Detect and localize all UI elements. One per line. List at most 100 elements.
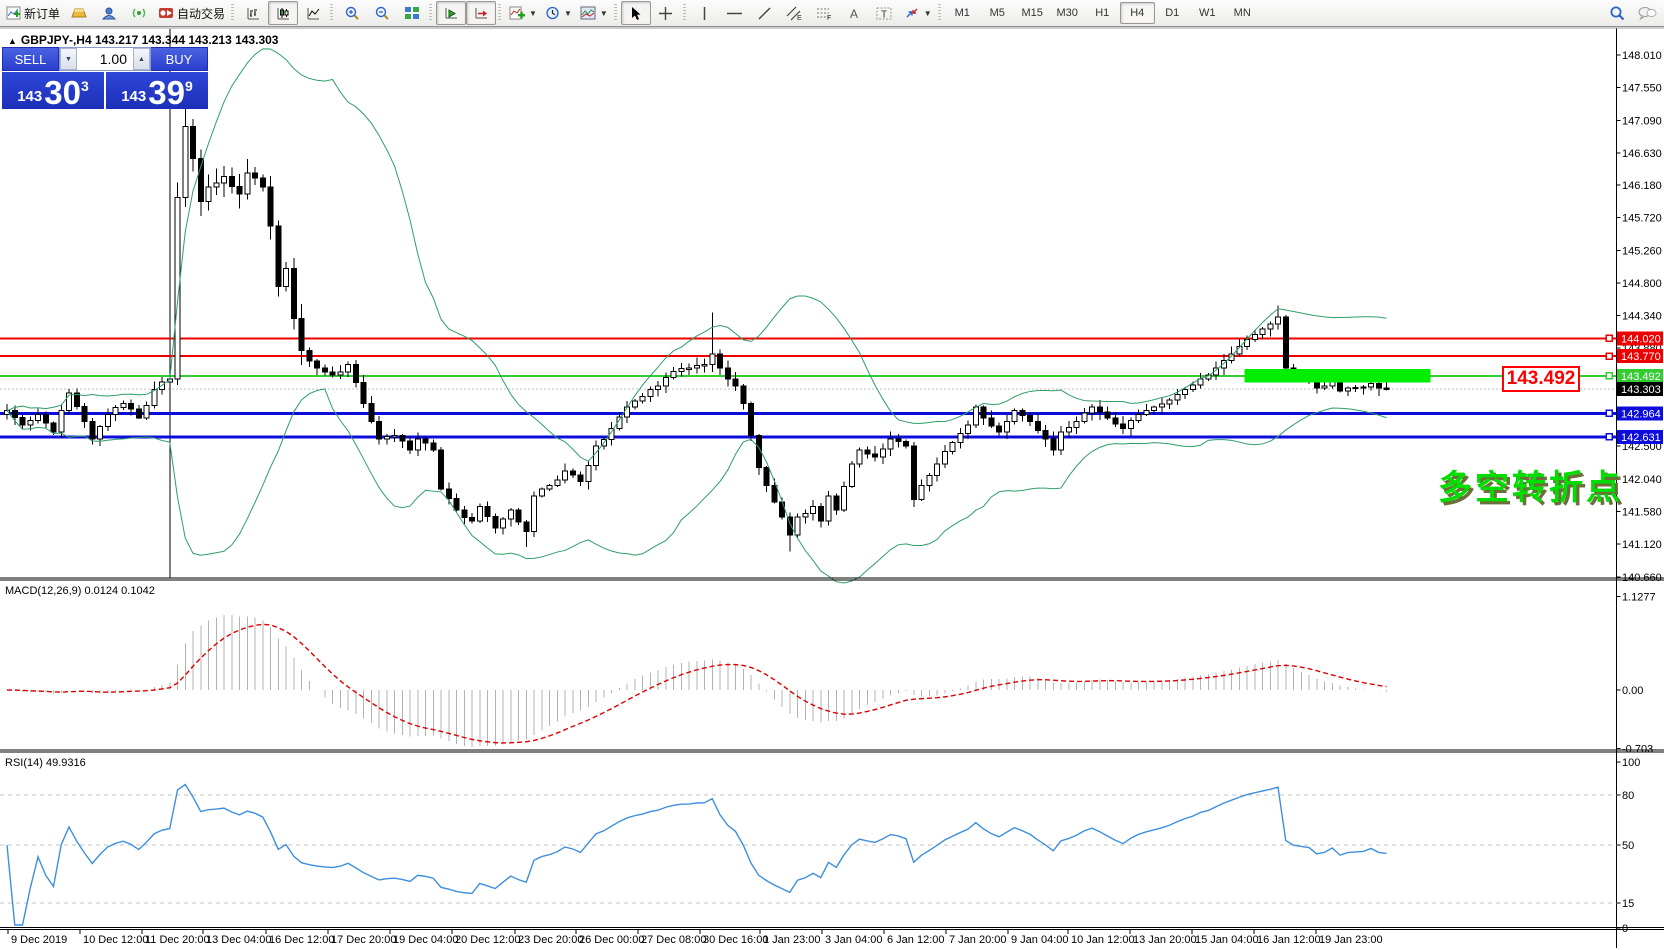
candle — [415, 439, 420, 450]
price-axis-label: 141.580 — [1622, 507, 1662, 519]
indicators-button[interactable]: ▼ — [505, 1, 541, 25]
rsi-axis-label: 15 — [1622, 898, 1634, 910]
bar-chart-button[interactable] — [238, 1, 268, 25]
candle — [431, 443, 436, 450]
candle — [532, 496, 537, 532]
chat-button[interactable] — [1632, 1, 1662, 25]
line-chart-button[interactable] — [298, 1, 328, 25]
sell-price-display[interactable]: 143 30 3 — [2, 72, 104, 109]
candle — [276, 226, 281, 286]
candlestick-chart-button[interactable] — [268, 1, 298, 25]
horizontal-line-button[interactable] — [720, 1, 750, 25]
candle — [671, 372, 676, 378]
candle — [20, 417, 25, 425]
volume-up-button[interactable]: ▲ — [133, 48, 150, 70]
timeframe-button-M5[interactable]: M5 — [980, 2, 1015, 24]
search-button[interactable] — [1602, 1, 1632, 25]
templates-button[interactable]: ▼ — [576, 1, 612, 25]
symbol-info[interactable]: ▲GBPJPY-,H4 143.217 143.344 143.213 143.… — [8, 33, 278, 47]
zoom-in-button[interactable] — [337, 1, 367, 25]
timeframe-button-D1[interactable]: D1 — [1155, 2, 1190, 24]
buy-button[interactable]: BUY — [151, 47, 208, 71]
candle — [1353, 387, 1358, 388]
label-button[interactable]: T — [870, 1, 900, 25]
fibonacci-button[interactable]: F — [810, 1, 840, 25]
collapse-trade-panel-icon[interactable]: ▲ — [8, 36, 17, 46]
candle — [989, 418, 994, 426]
time-axis-label: 6 Jan 12:00 — [887, 934, 945, 946]
price-annotation-label[interactable]: 143.492 — [1502, 366, 1580, 392]
chart-shift-icon — [474, 6, 489, 21]
signal-button[interactable] — [124, 1, 154, 25]
toolbar-grip — [683, 4, 686, 22]
vertical-line-button[interactable] — [690, 1, 720, 25]
candle — [12, 411, 17, 418]
candle — [1369, 384, 1374, 387]
timeframe-button-M15[interactable]: M15 — [1015, 2, 1050, 24]
buy-price-display[interactable]: 143 39 9 — [106, 72, 208, 109]
sell-price-sup: 3 — [81, 79, 89, 93]
candle — [663, 377, 668, 385]
chart-canvas[interactable]: 1.12770.00-0.7031008050150148.010147.550… — [0, 0, 1664, 950]
candle — [865, 450, 870, 454]
candle — [694, 365, 699, 368]
gold-button[interactable] — [64, 1, 94, 25]
indicators-icon — [509, 6, 525, 20]
chart-shift-button[interactable] — [466, 1, 496, 25]
chat-bubbles-icon — [1637, 5, 1657, 21]
time-axis-label: 9 Dec 2019 — [11, 934, 67, 946]
timeframe-button-M30[interactable]: M30 — [1050, 2, 1085, 24]
chevron-down-icon: ▼ — [600, 9, 608, 18]
svg-text:A: A — [850, 7, 858, 21]
timeframe-button-H1[interactable]: H1 — [1085, 2, 1120, 24]
candle — [1097, 407, 1102, 412]
candle — [524, 522, 529, 531]
periods-button[interactable]: ▼ — [541, 1, 576, 25]
candle — [718, 354, 723, 368]
new-order-button[interactable]: 新订单 — [2, 1, 64, 25]
time-axis-label: 7 Jan 20:00 — [949, 934, 1007, 946]
tile-windows-button[interactable] — [397, 1, 427, 25]
trendline-button[interactable] — [750, 1, 780, 25]
volume-down-button[interactable]: ▼ — [60, 48, 77, 70]
community-button[interactable] — [94, 1, 124, 25]
crosshair-button[interactable] — [651, 1, 681, 25]
cursor-button[interactable] — [621, 1, 651, 25]
candle — [594, 446, 599, 465]
auto-scroll-button[interactable] — [436, 1, 466, 25]
candle — [1028, 416, 1033, 422]
candle — [28, 420, 33, 424]
candle — [369, 404, 374, 422]
candle — [1283, 317, 1288, 368]
timeframe-button-H4[interactable]: H4 — [1120, 2, 1155, 24]
candle — [299, 318, 304, 350]
arrows-button[interactable]: ▼ — [900, 1, 936, 25]
channel-button[interactable]: E — [780, 1, 810, 25]
candle — [997, 426, 1002, 432]
timeframe-button-M1[interactable]: M1 — [945, 2, 980, 24]
candle — [392, 436, 397, 437]
zoom-out-button[interactable] — [367, 1, 397, 25]
text-button[interactable]: A — [840, 1, 870, 25]
timeframe-button-W1[interactable]: W1 — [1190, 2, 1225, 24]
price-axis-label: 146.180 — [1622, 180, 1662, 192]
time-axis-label: 13 Dec 04:00 — [206, 934, 271, 946]
timeframe-button-MN[interactable]: MN — [1225, 2, 1260, 24]
candle — [493, 517, 498, 528]
sell-button[interactable]: SELL — [2, 47, 59, 71]
green-zone-annotation — [1245, 369, 1431, 382]
candle — [772, 485, 777, 502]
candle — [191, 127, 196, 159]
time-axis-label: 30 Dec 16:00 — [703, 934, 768, 946]
candle — [741, 386, 746, 404]
volume-input[interactable]: 1.00 — [77, 48, 133, 70]
candle — [183, 127, 188, 198]
rsi-line — [7, 784, 1387, 925]
candle — [1090, 407, 1095, 413]
candle — [1268, 324, 1273, 329]
hline-endpoint-marker — [1606, 373, 1612, 379]
toolbar-grip — [938, 4, 941, 22]
autotrade-button[interactable]: 自动交易 — [154, 1, 229, 25]
macd-axis-label: 1.1277 — [1622, 591, 1656, 603]
chevron-down-icon: ▼ — [924, 9, 932, 18]
